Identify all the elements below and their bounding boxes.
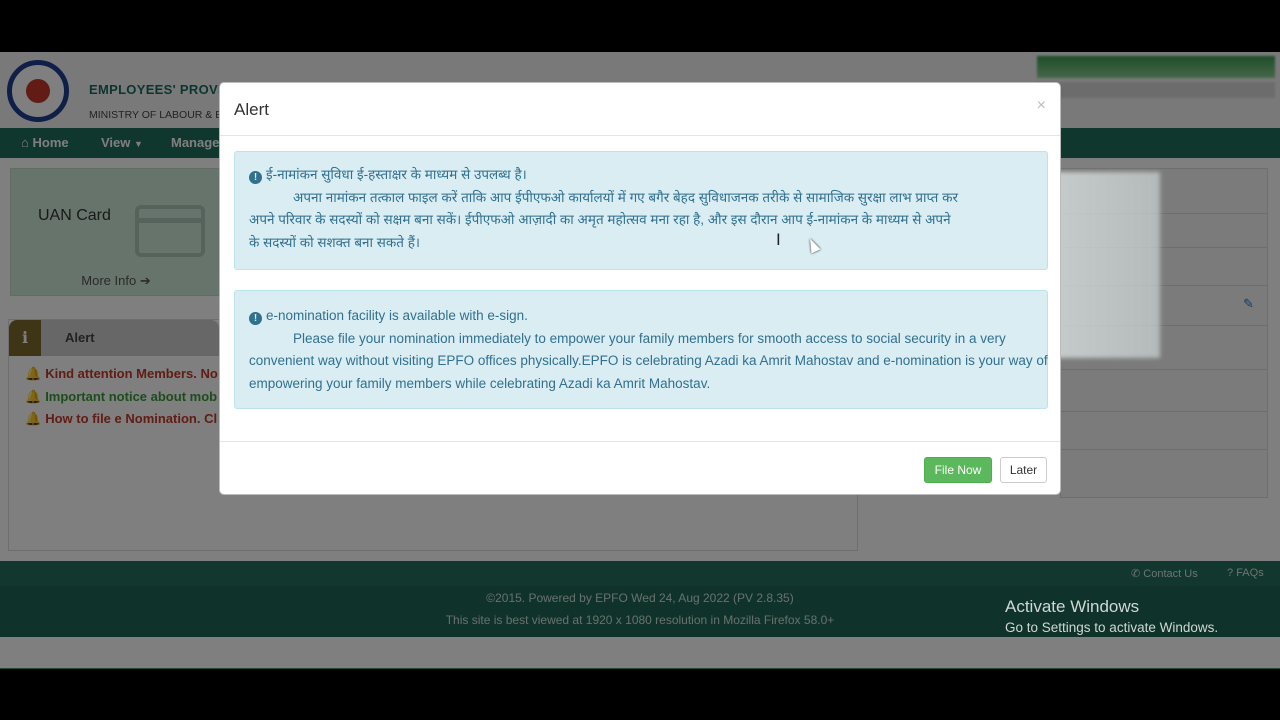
hindi-line-2: अपने परिवार के सदस्यों को सक्षम बना सकें… xyxy=(249,212,951,227)
info-circle-icon: ! xyxy=(249,171,262,184)
english-heading: e-nomination facility is available with … xyxy=(266,308,528,323)
modal-title: Alert xyxy=(234,100,269,119)
hindi-heading-row: ! ई-नामांकन सुविधा ई-हस्ताक्षर के माध्यम … xyxy=(249,164,1033,187)
english-line-1: Please file your nomination immediately … xyxy=(293,330,1006,346)
english-info-box: ! e-nomination facility is available with… xyxy=(234,290,1048,409)
hindi-heading: ई-नामांकन सुविधा ई-हस्ताक्षर के माध्यम स… xyxy=(266,167,527,182)
text-cursor-icon: I xyxy=(776,230,781,249)
browser-viewport: EMPLOYEES' PROVID MINISTRY OF LABOUR & E… xyxy=(0,52,1280,669)
close-icon[interactable]: × xyxy=(1037,97,1046,115)
english-heading-row: ! e-nomination facility is available with… xyxy=(249,305,1033,328)
modal-footer-divider xyxy=(220,441,1060,442)
english-line-2: convenient way without visiting EPFO off… xyxy=(249,353,1048,368)
activate-windows-title: Activate Windows xyxy=(1005,597,1140,616)
hindi-info-box: ! ई-नामांकन सुविधा ई-हस्ताक्षर के माध्यम … xyxy=(234,151,1048,270)
info-circle-icon: ! xyxy=(249,312,262,325)
alert-modal: Alert × ! ई-नामांकन सुविधा ई-हस्ताक्षर के… xyxy=(219,82,1061,495)
hindi-line-3: के सदस्यों को सशक्त बना सकते हैं। xyxy=(249,234,421,250)
hindi-line-1: अपना नामांकन तत्काल फाइल करें ताकि आप ईप… xyxy=(293,189,958,205)
file-now-button[interactable]: File Now xyxy=(924,457,992,483)
english-line-3: empowering your family members while cel… xyxy=(249,375,711,391)
modal-header: Alert × xyxy=(220,83,1060,136)
activate-windows-subtitle: Go to Settings to activate Windows. xyxy=(1005,620,1219,635)
later-button[interactable]: Later xyxy=(1000,457,1047,483)
